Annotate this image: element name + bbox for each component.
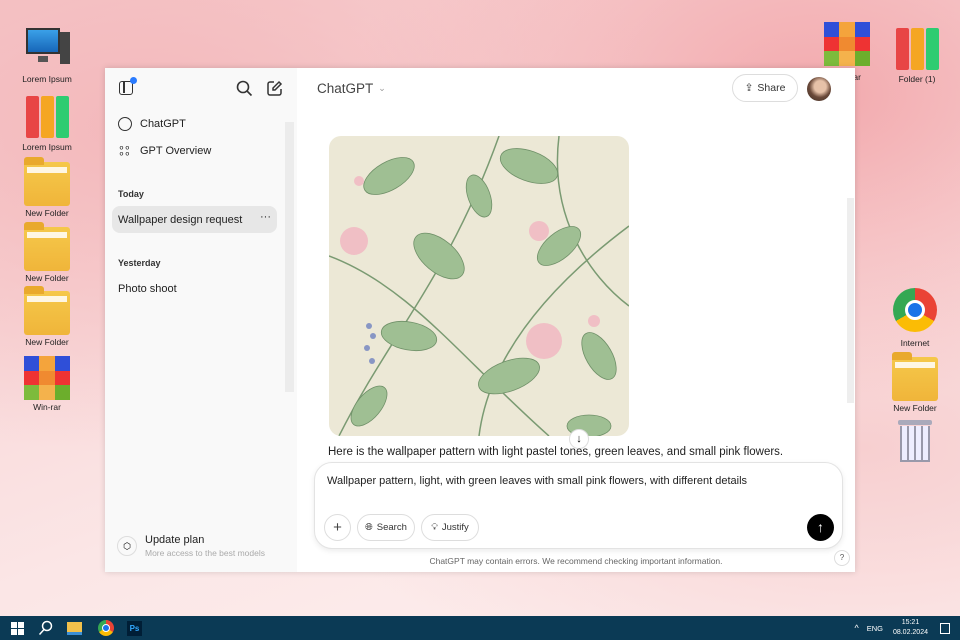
desktop-icon-recycle-bin[interactable] <box>880 420 950 466</box>
upgrade-icon: ⬡ <box>117 536 137 556</box>
chevron-down-icon: ⌄ <box>378 83 386 93</box>
folder-icon <box>24 286 70 335</box>
sidebar-scrollbar[interactable] <box>285 122 294 392</box>
time: 15:21 <box>901 619 920 626</box>
binders-icon <box>24 96 70 140</box>
send-button[interactable]: ↑ <box>807 514 834 541</box>
search-button[interactable]: 🌐︎ Search <box>357 514 415 541</box>
lightbulb-icon: 💡︎ <box>431 522 438 533</box>
computer-icon <box>24 28 70 72</box>
chrome-taskbar-icon[interactable] <box>98 620 114 636</box>
binders-icon <box>894 28 940 72</box>
desktop-icon-folder[interactable]: New Folder <box>12 222 82 283</box>
desktop-icon-label: Lorem Ipsum <box>22 142 72 152</box>
disclaimer: ChatGPT may contain errors. We recommend… <box>429 556 723 566</box>
chat-item-label: Wallpaper design request <box>118 213 243 226</box>
search-icon[interactable] <box>38 620 53 636</box>
desktop-icon-folder[interactable]: New Folder <box>880 352 950 413</box>
generated-wallpaper-image[interactable] <box>329 136 629 436</box>
share-icon: ⇪ <box>744 82 754 94</box>
tray-chevron-icon[interactable]: ^ <box>854 623 858 633</box>
avatar[interactable] <box>807 77 831 101</box>
language-indicator[interactable]: ENG <box>867 624 883 633</box>
grid-icon: ∘∘ ∘∘ <box>118 141 131 160</box>
help-button[interactable]: ? <box>834 550 850 566</box>
sidebar-item-gpt-overview[interactable]: ∘∘ ∘∘ GPT Overview <box>112 137 277 164</box>
desktop-icon-label: Win-rar <box>33 402 61 412</box>
taskbar: Ps ^ ENG 15:21 08.02.2024 <box>0 616 960 640</box>
file-explorer-icon[interactable] <box>67 621 82 635</box>
share-label: Share <box>757 82 786 94</box>
section-heading: Yesterday <box>118 258 161 268</box>
desktop-icon-label: New Folder <box>893 403 937 413</box>
update-plan-title: Update plan <box>145 534 205 546</box>
search-label: Search <box>376 522 407 533</box>
assistant-message: Here is the wallpaper pattern with light… <box>328 446 784 458</box>
composer: Wallpaper pattern, light, with green lea… <box>314 462 843 549</box>
share-button[interactable]: ⇪ Share <box>732 74 798 102</box>
chat-item-active[interactable]: Wallpaper design request ··· <box>112 206 277 233</box>
desktop-icon-binders[interactable]: Folder (1) <box>882 28 952 84</box>
photoshop-icon[interactable]: Ps <box>127 620 142 636</box>
attach-button[interactable]: + <box>324 514 351 541</box>
date: 08.02.2024 <box>892 629 928 636</box>
chat-item-label: Photo shoot <box>118 282 177 295</box>
update-plan-button[interactable]: ⬡ Update plan More access to the best mod… <box>117 534 265 558</box>
model-name: ChatGPT <box>317 81 374 96</box>
more-options-icon[interactable]: ··· <box>260 211 271 223</box>
search-icon[interactable] <box>236 80 253 97</box>
sidebar: ChatGPT ∘∘ ∘∘ GPT Overview Today Wallpaper… <box>105 68 297 572</box>
desktop-icon-label: New Folder <box>25 337 69 347</box>
openai-logo-icon <box>118 116 132 131</box>
new-chat-icon[interactable] <box>266 80 283 97</box>
globe-icon: 🌐︎ <box>365 522 373 533</box>
desktop-icon-label: Lorem Ipsum <box>22 74 72 84</box>
desktop-icon-winrar[interactable]: Win-rar <box>12 356 82 412</box>
justify-button[interactable]: 💡︎ Justify <box>421 514 479 541</box>
start-button[interactable] <box>11 621 24 635</box>
folder-icon <box>24 222 70 271</box>
model-selector[interactable]: ChatGPT ⌄ <box>317 81 386 96</box>
desktop-icon-label: New Folder <box>25 273 69 283</box>
recycle-bin-icon <box>892 420 938 464</box>
main-scrollbar[interactable] <box>847 198 854 403</box>
desktop-icon-label: Internet <box>900 338 930 348</box>
folder-icon <box>892 352 938 401</box>
section-heading: Today <box>118 189 144 199</box>
sidebar-item-label: GPT Overview <box>140 144 212 157</box>
sidebar-toggle-icon[interactable] <box>119 77 137 95</box>
update-plan-subtitle: More access to the best models <box>145 548 266 558</box>
chatgpt-window: ChatGPT ∘∘ ∘∘ GPT Overview Today Wallpaper… <box>105 68 855 572</box>
arrow-up-icon: ↑ <box>817 519 824 535</box>
plus-icon: + <box>333 519 342 536</box>
desktop-icon-folder[interactable]: New Folder <box>12 157 82 218</box>
winrar-icon <box>24 356 70 400</box>
main-panel: ChatGPT ⌄ ⇪ Share ↓ Here is the wallpaper … <box>297 68 855 572</box>
desktop-icon-label: New Folder <box>25 208 69 218</box>
desktop-icon-folder[interactable]: New Folder <box>12 286 82 347</box>
desktop-icon-internet[interactable]: Internet <box>880 288 950 348</box>
chat-item[interactable]: Photo shoot <box>112 275 277 302</box>
justify-label: Justify <box>441 522 469 533</box>
desktop-icon-computer[interactable]: Lorem Ipsum <box>12 28 82 84</box>
chrome-icon <box>892 288 938 332</box>
sidebar-item-label: ChatGPT <box>140 117 186 130</box>
notification-icon[interactable] <box>940 622 950 634</box>
message-input[interactable]: Wallpaper pattern, light, with green lea… <box>327 475 747 487</box>
folder-icon <box>24 157 70 206</box>
sidebar-item-chatgpt[interactable]: ChatGPT <box>112 110 277 137</box>
winrar-icon <box>824 22 870 66</box>
desktop-icon-label: Folder (1) <box>898 74 936 84</box>
clock[interactable]: 15:21 08.02.2024 <box>893 618 928 638</box>
desktop-icon-binders[interactable]: Lorem Ipsum <box>12 96 82 152</box>
